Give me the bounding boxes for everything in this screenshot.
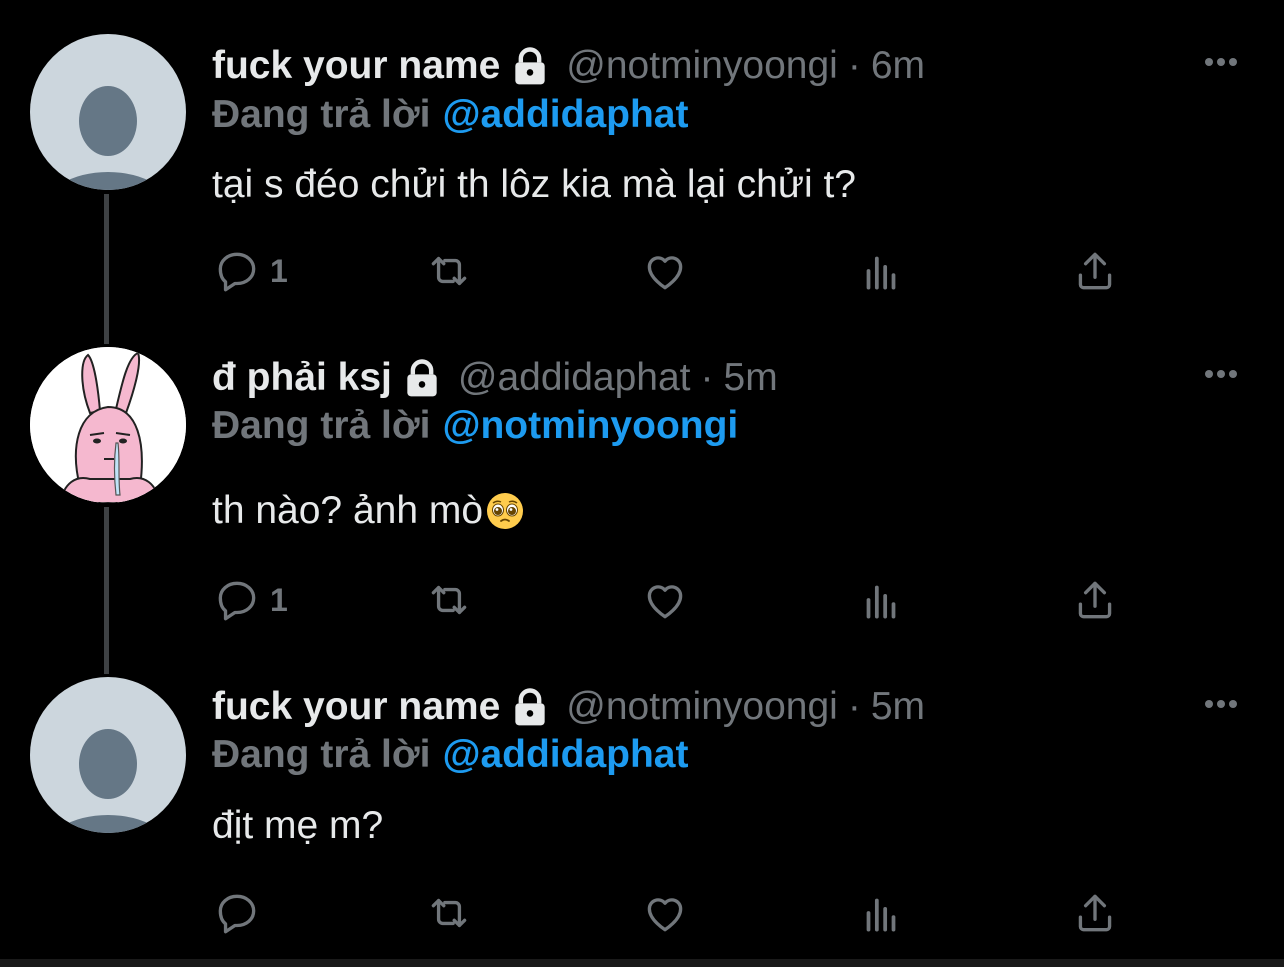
tweet-text: địt mẹ m? (212, 804, 384, 847)
separator-dot: · (700, 356, 714, 399)
like-icon (647, 898, 683, 932)
timestamp[interactable]: 6m (871, 44, 925, 88)
mention-link[interactable]: @addidaphat (442, 733, 688, 777)
more-button[interactable] (1196, 694, 1246, 714)
analytics-icon (866, 898, 896, 932)
lock-icon (515, 688, 545, 726)
reply-count: 1 (270, 252, 288, 289)
timestamp[interactable]: 5m (724, 356, 778, 400)
reply-count: 1 (270, 581, 288, 618)
pleading-face-emoji (487, 493, 524, 529)
display-name[interactable]: fuck your name (212, 44, 500, 88)
reply-button[interactable]: 1 (212, 575, 288, 625)
analytics-button[interactable] (856, 246, 906, 296)
action-bar (212, 888, 1172, 938)
more-button[interactable] (1196, 364, 1246, 384)
tweet-header: fuck your name @notminyoongi · 6m (212, 41, 925, 91)
replying-label: Đang trả lời (212, 93, 431, 136)
tweet-text-content: th nào? ảnh mò (212, 489, 484, 532)
default-avatar-icon (52, 729, 164, 833)
lock-icon (515, 47, 545, 85)
tweet[interactable]: fuck your name @notminyoongi · 5m Đang t… (0, 660, 1284, 959)
retweet-icon (431, 256, 467, 286)
reply-button[interactable] (212, 888, 270, 938)
bottom-divider (0, 959, 1284, 967)
avatar[interactable] (30, 347, 186, 503)
share-icon (1078, 581, 1112, 619)
separator-dot: · (847, 685, 861, 728)
analytics-button[interactable] (856, 575, 906, 625)
replying-to: Đang trả lời @addidaphat (212, 91, 688, 139)
handle[interactable]: @addidaphat (458, 356, 691, 400)
more-dots-icon (1205, 58, 1237, 66)
more-dots-icon (1205, 370, 1237, 378)
like-icon (647, 256, 683, 290)
mention-link[interactable]: @notminyoongi (442, 404, 738, 448)
share-button[interactable] (1070, 575, 1120, 625)
reply-icon (218, 894, 256, 934)
pink-bunny-avatar-icon (30, 347, 186, 503)
retweet-button[interactable] (424, 246, 474, 296)
reply-button[interactable]: 1 (212, 246, 288, 296)
retweet-icon (431, 585, 467, 615)
analytics-icon (866, 256, 896, 290)
retweet-icon (431, 898, 467, 928)
reply-icon (218, 581, 256, 621)
avatar[interactable] (30, 34, 186, 190)
avatar[interactable] (30, 677, 186, 833)
like-button[interactable] (640, 888, 690, 938)
share-icon (1078, 894, 1112, 932)
default-avatar-icon (52, 86, 164, 190)
timestamp[interactable]: 5m (871, 685, 925, 729)
separator-dot: · (847, 44, 861, 87)
tweet-text: tại s đéo chửi th lôz kia mà lại chửi t? (212, 163, 856, 206)
replying-to: Đang trả lời @notminyoongi (212, 402, 738, 450)
more-dots-icon (1205, 700, 1237, 708)
reply-icon (218, 252, 256, 292)
like-button[interactable] (640, 575, 690, 625)
action-bar: 1 (212, 575, 1172, 625)
share-icon (1078, 252, 1112, 290)
like-button[interactable] (640, 246, 690, 296)
analytics-icon (866, 585, 896, 619)
replying-label: Đang trả lời (212, 733, 431, 776)
tweet[interactable]: đ phải ksj @addidaphat · 5m Đang trả lời… (0, 330, 1284, 660)
display-name[interactable]: đ phải ksj (212, 356, 392, 400)
replying-label: Đang trả lời (212, 404, 431, 447)
handle[interactable]: @notminyoongi (566, 685, 838, 729)
retweet-button[interactable] (424, 888, 474, 938)
share-button[interactable] (1070, 888, 1120, 938)
tweet[interactable]: fuck your name @notminyoongi · 6m Đang t… (0, 0, 1284, 330)
analytics-button[interactable] (856, 888, 906, 938)
handle[interactable]: @notminyoongi (566, 44, 838, 88)
more-button[interactable] (1196, 52, 1246, 72)
retweet-button[interactable] (424, 575, 474, 625)
like-icon (647, 585, 683, 619)
lock-icon (407, 359, 437, 397)
share-button[interactable] (1070, 246, 1120, 296)
action-bar: 1 (212, 246, 1172, 296)
display-name[interactable]: fuck your name (212, 685, 500, 729)
tweet-header: fuck your name @notminyoongi · 5m (212, 682, 925, 732)
tweet-text: th nào? ảnh mò (212, 486, 525, 536)
mention-link[interactable]: @addidaphat (442, 93, 688, 137)
tweet-header: đ phải ksj @addidaphat · 5m (212, 353, 778, 403)
replying-to: Đang trả lời @addidaphat (212, 731, 688, 779)
